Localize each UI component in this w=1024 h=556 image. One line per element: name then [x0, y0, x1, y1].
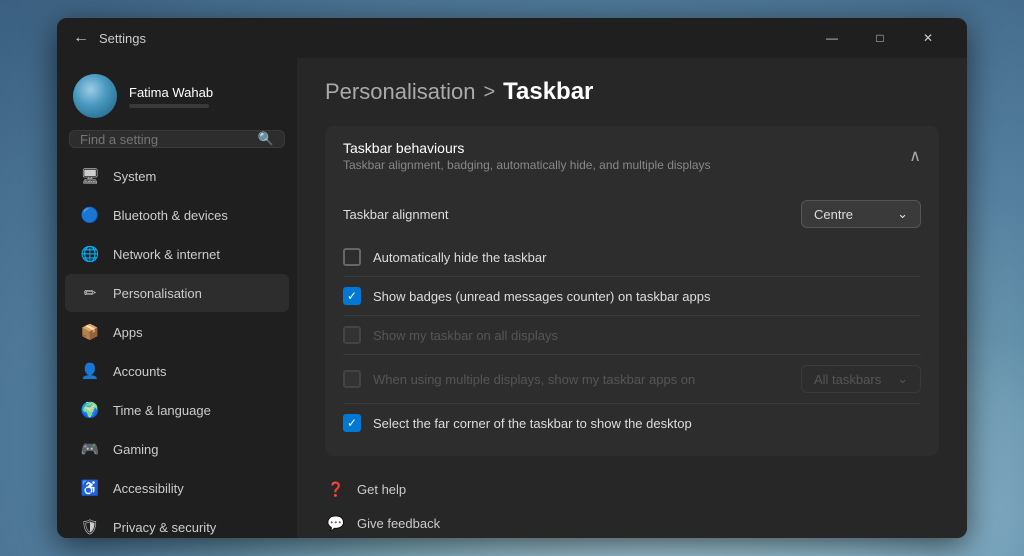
breadcrumb-parent: Personalisation	[325, 79, 475, 105]
sidebar-item-label: Privacy & security	[113, 520, 216, 535]
checkbox-show-apps-on[interactable]	[343, 370, 361, 388]
sidebar-item-accessibility[interactable]: ♿ Accessibility	[65, 469, 289, 507]
settings-window: ← Settings — □ ✕ Fatima Wahab 🔍	[57, 18, 967, 538]
sidebar-item-gaming[interactable]: 🎮 Gaming	[65, 430, 289, 468]
window-title: Settings	[99, 31, 146, 46]
system-icon: 🖥	[81, 167, 99, 185]
search-input[interactable]	[80, 132, 258, 147]
footer-link-label-1: Give feedback	[357, 516, 440, 531]
sidebar-item-label: Accessibility	[113, 481, 184, 496]
checkbox-row-select-corner: Select the far corner of the taskbar to …	[343, 403, 921, 442]
user-name: Fatima Wahab	[129, 85, 213, 100]
checkbox-label-select-corner: Select the far corner of the taskbar to …	[373, 416, 692, 431]
chevron-up-icon: ∧	[909, 146, 921, 166]
main-body: Fatima Wahab 🔍 🖥 System 🔵 Bluetooth & de…	[57, 58, 967, 538]
taskbar-behaviours-section: Taskbar behaviours Taskbar alignment, ba…	[325, 126, 939, 456]
bluetooth-icon: 🔵	[81, 206, 99, 224]
sidebar-item-personalisation[interactable]: ✏ Personalisation	[65, 274, 289, 312]
back-button[interactable]: ←	[73, 29, 89, 47]
footer-link-icon-0: ❓	[325, 478, 347, 500]
breadcrumb-current: Taskbar	[503, 78, 593, 106]
footer-link-label-0: Get help	[357, 482, 406, 497]
footer-link-icon-1: 💬	[325, 512, 347, 534]
sidebar-item-time[interactable]: 🌍 Time & language	[65, 391, 289, 429]
sidebar-item-bluetooth[interactable]: 🔵 Bluetooth & devices	[65, 196, 289, 234]
breadcrumb: Personalisation > Taskbar	[325, 78, 939, 106]
checkbox-select-corner[interactable]	[343, 414, 361, 432]
network-icon: 🌐	[81, 245, 99, 263]
sidebar-item-label: Personalisation	[113, 286, 202, 301]
section-subtitle: Taskbar alignment, badging, automaticall…	[343, 158, 711, 172]
accounts-icon: 👤	[81, 362, 99, 380]
checkbox-row-show-badges: Show badges (unread messages counter) on…	[343, 276, 921, 315]
checkbox-row-show-all-displays: Show my taskbar on all displays	[343, 315, 921, 354]
avatar	[73, 74, 117, 118]
taskbar-alignment-dropdown[interactable]: Centre ⌄	[801, 200, 921, 228]
taskbar-alignment-row: Taskbar alignment Centre ⌄	[343, 190, 921, 238]
gaming-icon: 🎮	[81, 440, 99, 458]
search-icon: 🔍	[258, 131, 274, 147]
footer-links-list: ❓ Get help 💬 Give feedback	[325, 472, 939, 538]
section-title: Taskbar behaviours	[343, 140, 711, 156]
checkbox-auto-hide[interactable]	[343, 248, 361, 266]
sidebar-item-label: Apps	[113, 325, 143, 340]
sidebar: Fatima Wahab 🔍 🖥 System 🔵 Bluetooth & de…	[57, 58, 297, 538]
sidebar-item-label: Time & language	[113, 403, 211, 418]
time-icon: 🌍	[81, 401, 99, 419]
taskbar-apps-dropdown: All taskbars ⌄	[801, 365, 921, 393]
accessibility-icon: ♿	[81, 479, 99, 497]
sidebar-item-label: Gaming	[113, 442, 159, 457]
window-controls: — □ ✕	[809, 22, 951, 54]
sidebar-item-label: Accounts	[113, 364, 166, 379]
checkbox-show-badges[interactable]	[343, 287, 361, 305]
breadcrumb-separator: >	[483, 81, 495, 104]
user-profile: Fatima Wahab	[57, 58, 297, 130]
sidebar-item-network[interactable]: 🌐 Network & internet	[65, 235, 289, 273]
footer-link-1[interactable]: 💬 Give feedback	[325, 506, 939, 538]
checkbox-row-auto-hide: Automatically hide the taskbar	[343, 238, 921, 276]
nav-list: 🖥 System 🔵 Bluetooth & devices 🌐 Network…	[57, 156, 297, 538]
checkbox-label-auto-hide: Automatically hide the taskbar	[373, 250, 546, 265]
footer-links: ❓ Get help 💬 Give feedback	[325, 472, 939, 538]
checkbox-label-show-all-displays: Show my taskbar on all displays	[373, 328, 558, 343]
personalisation-icon: ✏	[81, 284, 99, 302]
sidebar-item-label: Network & internet	[113, 247, 220, 262]
close-button[interactable]: ✕	[905, 22, 951, 54]
sidebar-item-system[interactable]: 🖥 System	[65, 157, 289, 195]
sidebar-item-apps[interactable]: 📦 Apps	[65, 313, 289, 351]
apps-icon: 📦	[81, 323, 99, 341]
privacy-icon: 🛡	[81, 518, 99, 536]
checkbox-label-show-apps-on: When using multiple displays, show my ta…	[373, 372, 695, 387]
maximize-button[interactable]: □	[857, 22, 903, 54]
content-area: Personalisation > Taskbar Taskbar behavi…	[297, 58, 967, 538]
checkbox-row-show-apps-on: When using multiple displays, show my ta…	[343, 354, 921, 403]
search-box[interactable]: 🔍	[69, 130, 285, 148]
taskbar-alignment-label: Taskbar alignment	[343, 207, 801, 222]
sidebar-item-label: System	[113, 169, 156, 184]
section-header[interactable]: Taskbar behaviours Taskbar alignment, ba…	[325, 126, 939, 186]
checkboxes-list: Automatically hide the taskbar Show badg…	[343, 238, 921, 442]
sidebar-item-label: Bluetooth & devices	[113, 208, 228, 223]
user-bar-decoration	[129, 104, 209, 108]
titlebar: ← Settings — □ ✕	[57, 18, 967, 58]
footer-link-0[interactable]: ❓ Get help	[325, 472, 939, 506]
minimize-button[interactable]: —	[809, 22, 855, 54]
checkbox-label-show-badges: Show badges (unread messages counter) on…	[373, 289, 710, 304]
sidebar-item-privacy[interactable]: 🛡 Privacy & security	[65, 508, 289, 538]
sidebar-item-accounts[interactable]: 👤 Accounts	[65, 352, 289, 390]
section-body: Taskbar alignment Centre ⌄ Automatically…	[325, 186, 939, 456]
checkbox-show-all-displays[interactable]	[343, 326, 361, 344]
